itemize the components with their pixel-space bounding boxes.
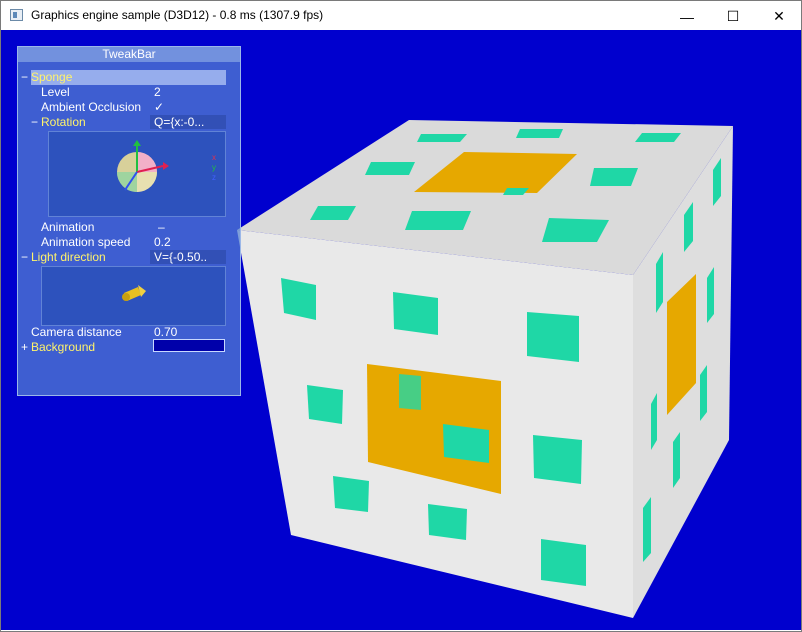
axis-y-label: y xyxy=(212,163,216,172)
level-label: Level xyxy=(41,85,70,99)
light-arrow-icon xyxy=(122,285,146,301)
animation-row[interactable]: Animation – xyxy=(18,220,228,235)
axis-z-label: z xyxy=(212,173,216,182)
minimize-icon: — xyxy=(680,8,694,25)
animation-speed-row[interactable]: Animation speed 0.2 xyxy=(18,235,228,250)
group-sponge[interactable]: − Sponge xyxy=(18,70,228,85)
animation-speed-value[interactable]: 0.2 xyxy=(154,235,171,250)
tweakbar-title: TweakBar xyxy=(18,47,240,62)
close-icon: ✕ xyxy=(773,8,785,24)
camera-distance-label: Camera distance xyxy=(31,325,122,339)
rotation-label: Rotation xyxy=(41,115,86,129)
sponge-collapse-icon[interactable]: − xyxy=(21,70,28,85)
ambient-occlusion-label: Ambient Occlusion xyxy=(41,100,142,114)
close-button[interactable]: ✕ xyxy=(756,2,802,31)
background-expand-icon[interactable]: + xyxy=(21,340,28,355)
ambient-occlusion-row[interactable]: Ambient Occlusion ✓ xyxy=(18,100,228,115)
group-sponge-label: Sponge xyxy=(31,70,73,84)
ambient-occlusion-checkbox[interactable]: ✓ xyxy=(154,100,164,115)
animation-value[interactable]: – xyxy=(158,220,165,235)
window-title: Graphics engine sample (D3D12) - 0.8 ms … xyxy=(31,8,324,22)
rotation-widget[interactable]: x y z xyxy=(48,131,226,217)
tweakbar-panel[interactable]: TweakBar − Sponge Level 2 Ambient Occlus… xyxy=(17,46,241,396)
rotation-collapse-icon[interactable]: − xyxy=(31,115,38,130)
animation-speed-label: Animation speed xyxy=(41,235,131,249)
camera-distance-row[interactable]: Camera distance 0.70 xyxy=(18,325,228,340)
rotation-row[interactable]: − Rotation Q={x:-0... xyxy=(18,115,228,130)
render-viewport[interactable]: TweakBar − Sponge Level 2 Ambient Occlus… xyxy=(1,30,801,630)
light-direction-label: Light direction xyxy=(31,250,106,264)
level-row[interactable]: Level 2 xyxy=(18,85,228,100)
rotation-value[interactable]: Q={x:-0... xyxy=(154,115,204,130)
maximize-button[interactable]: ☐ xyxy=(710,2,756,31)
app-icon xyxy=(10,9,23,21)
maximize-icon: ☐ xyxy=(726,8,740,24)
title-bar[interactable]: Graphics engine sample (D3D12) - 0.8 ms … xyxy=(1,1,801,30)
light-direction-value[interactable]: V={-0.50.. xyxy=(154,250,207,265)
axis-x-label: x xyxy=(212,153,216,162)
light-direction-row[interactable]: − Light direction V={-0.50.. xyxy=(18,250,228,265)
front-cavity-hole xyxy=(443,424,489,463)
background-color-swatch[interactable] xyxy=(153,339,225,352)
minimize-button[interactable]: — xyxy=(664,2,710,31)
light-collapse-icon[interactable]: − xyxy=(21,250,28,265)
background-label: Background xyxy=(31,340,96,354)
camera-distance-value[interactable]: 0.70 xyxy=(154,325,177,340)
light-direction-widget[interactable] xyxy=(41,266,226,326)
level-value[interactable]: 2 xyxy=(154,85,161,100)
rotation-sphere-icon xyxy=(117,140,169,192)
front-cavity-side xyxy=(399,374,421,410)
animation-label: Animation xyxy=(41,220,95,234)
